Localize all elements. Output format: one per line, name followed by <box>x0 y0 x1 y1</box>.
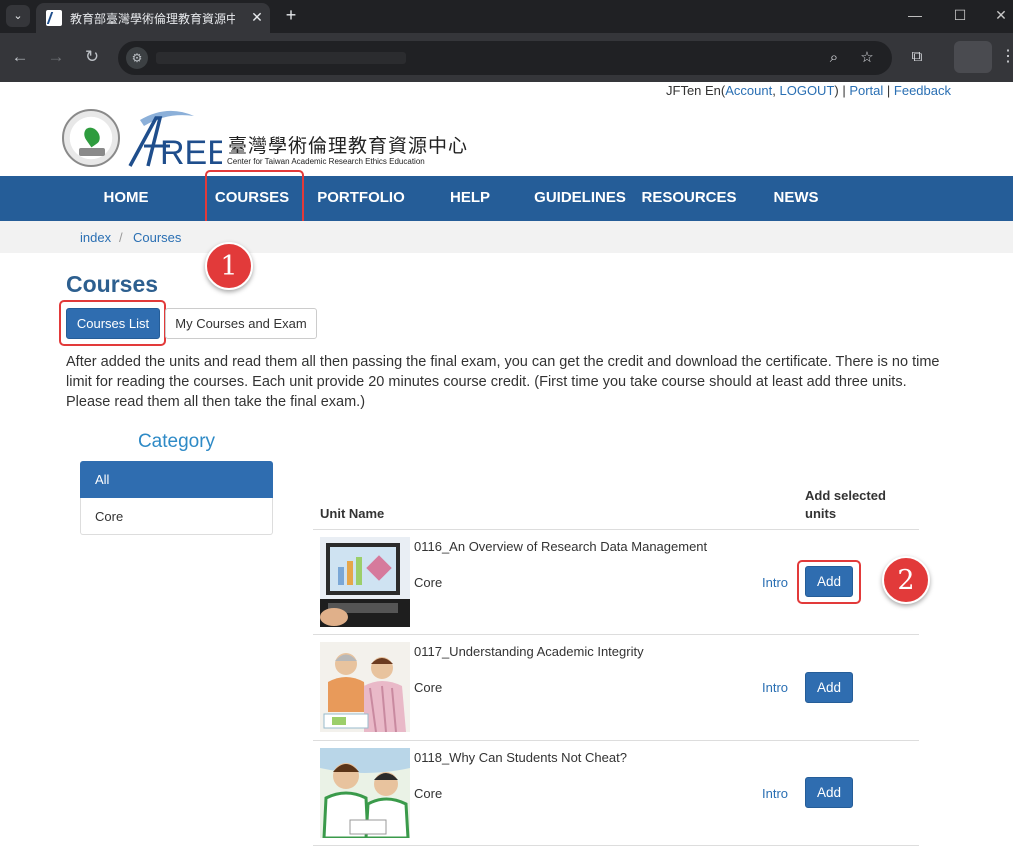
my-courses-button[interactable]: My Courses and Exam <box>165 308 317 339</box>
main-navigation: HOME COURSES PORTFOLIO HELP GUIDELINES R… <box>0 176 1013 221</box>
site-name-english: Center for Taiwan Academic Research Ethi… <box>227 157 425 166</box>
close-window-icon[interactable]: ✕ <box>988 4 1013 26</box>
breadcrumb-index[interactable]: index <box>80 230 111 245</box>
table-divider <box>313 740 919 741</box>
favicon-icon <box>46 10 62 26</box>
url-text-redacted <box>156 52 406 64</box>
minimize-icon[interactable]: — <box>902 4 928 26</box>
unit-category: Core <box>414 680 443 695</box>
tab-search-button[interactable]: ⌄ <box>6 5 30 27</box>
intro-link[interactable]: Intro <box>762 786 788 801</box>
nav-news[interactable]: NEWS <box>766 176 826 221</box>
bookmark-star-icon[interactable]: ☆ <box>857 48 877 68</box>
intro-link[interactable]: Intro <box>762 575 788 590</box>
profile-avatar[interactable] <box>954 41 992 73</box>
breadcrumb-courses[interactable]: Courses <box>133 230 181 245</box>
table-divider <box>313 529 919 530</box>
courses-list-button[interactable]: Courses List <box>66 308 160 339</box>
step-marker-2: 2 <box>882 556 930 604</box>
site-name-chinese: 臺灣學術倫理教育資源中心 <box>228 135 469 157</box>
user-name: JFTen En <box>666 83 721 98</box>
seal-base-shape <box>79 148 105 156</box>
column-header-add-selected: Add selected units <box>805 488 886 521</box>
page-title: Courses <box>66 271 159 297</box>
back-icon[interactable]: ← <box>9 46 31 68</box>
browser-tab-bar: ⌄ 教育部臺灣學術倫理教育資源中 ✕ + — ☐ ✕ <box>0 0 1013 33</box>
unit-name: 0118_Why Can Students Not Cheat? <box>414 750 627 765</box>
portal-link[interactable]: Portal <box>849 83 883 98</box>
unit-category: Core <box>414 786 443 801</box>
unit-thumbnail-students-cheat[interactable] <box>320 748 410 838</box>
reload-icon[interactable]: ↻ <box>81 46 103 68</box>
intro-link[interactable]: Intro <box>762 680 788 695</box>
instructions-text: After added the units and read them all … <box>66 354 940 410</box>
category-list: All Core <box>80 461 273 535</box>
tab-title: 教育部臺灣學術倫理教育資源中 <box>70 12 235 26</box>
browser-menu-icon[interactable]: ⋮ <box>1000 46 1013 68</box>
forward-icon[interactable]: → <box>45 46 67 68</box>
feedback-link[interactable]: Feedback <box>894 83 951 98</box>
category-item-core[interactable]: Core <box>80 498 273 535</box>
unit-name: 0117_Understanding Academic Integrity <box>414 644 644 659</box>
extensions-icon[interactable]: ⧉ <box>906 46 928 68</box>
close-tab-icon[interactable]: ✕ <box>248 8 266 26</box>
unit-name: 0116_An Overview of Research Data Manage… <box>414 539 708 554</box>
add-button[interactable]: Add <box>805 777 853 808</box>
ministry-of-education-seal <box>62 109 120 167</box>
browser-toolbar: ← → ↻ ⚙ ⌕ ☆ ⧉ ⋮ <box>0 33 1013 82</box>
table-divider <box>313 634 919 635</box>
add-button[interactable]: Add <box>805 566 853 597</box>
nav-resources[interactable]: RESOURCES <box>641 176 737 221</box>
step-marker-1: 1 <box>205 242 253 290</box>
new-tab-button[interactable]: + <box>280 4 302 26</box>
account-link[interactable]: Account <box>725 83 772 98</box>
column-header-unit-name: Unit Name <box>320 506 385 521</box>
unit-thumbnail-academic-integrity[interactable] <box>320 642 410 732</box>
maximize-icon[interactable]: ☐ <box>947 4 973 26</box>
nav-guidelines[interactable]: GUIDELINES <box>532 176 628 221</box>
zoom-icon[interactable]: ⌕ <box>824 48 844 68</box>
unit-thumbnail-data-management[interactable] <box>320 537 410 627</box>
logout-link[interactable]: LOGOUT <box>779 83 834 98</box>
svg-text:REE: REE <box>160 134 222 168</box>
breadcrumb: index / Courses <box>0 221 1013 253</box>
add-button[interactable]: Add <box>805 672 853 703</box>
site-info-icon[interactable]: ⚙ <box>126 47 148 69</box>
seal-leaf-shape <box>81 124 103 148</box>
unit-category: Core <box>414 575 443 590</box>
browser-tab[interactable]: 教育部臺灣學術倫理教育資源中 ✕ <box>36 3 270 33</box>
user-bar: JFTen En(Account, LOGOUT) | Portal | Fee… <box>666 83 951 98</box>
category-heading: Category <box>137 431 216 452</box>
category-item-all[interactable]: All <box>80 461 273 498</box>
highlight-box-courses <box>205 170 304 226</box>
nav-help[interactable]: HELP <box>444 176 496 221</box>
nav-portfolio[interactable]: PORTFOLIO <box>313 176 409 221</box>
address-bar[interactable]: ⚙ ⌕ ☆ <box>118 41 892 75</box>
nav-home[interactable]: HOME <box>90 176 162 221</box>
breadcrumb-separator: / <box>119 230 123 245</box>
aree-logo-mark[interactable]: REE <box>122 108 222 168</box>
